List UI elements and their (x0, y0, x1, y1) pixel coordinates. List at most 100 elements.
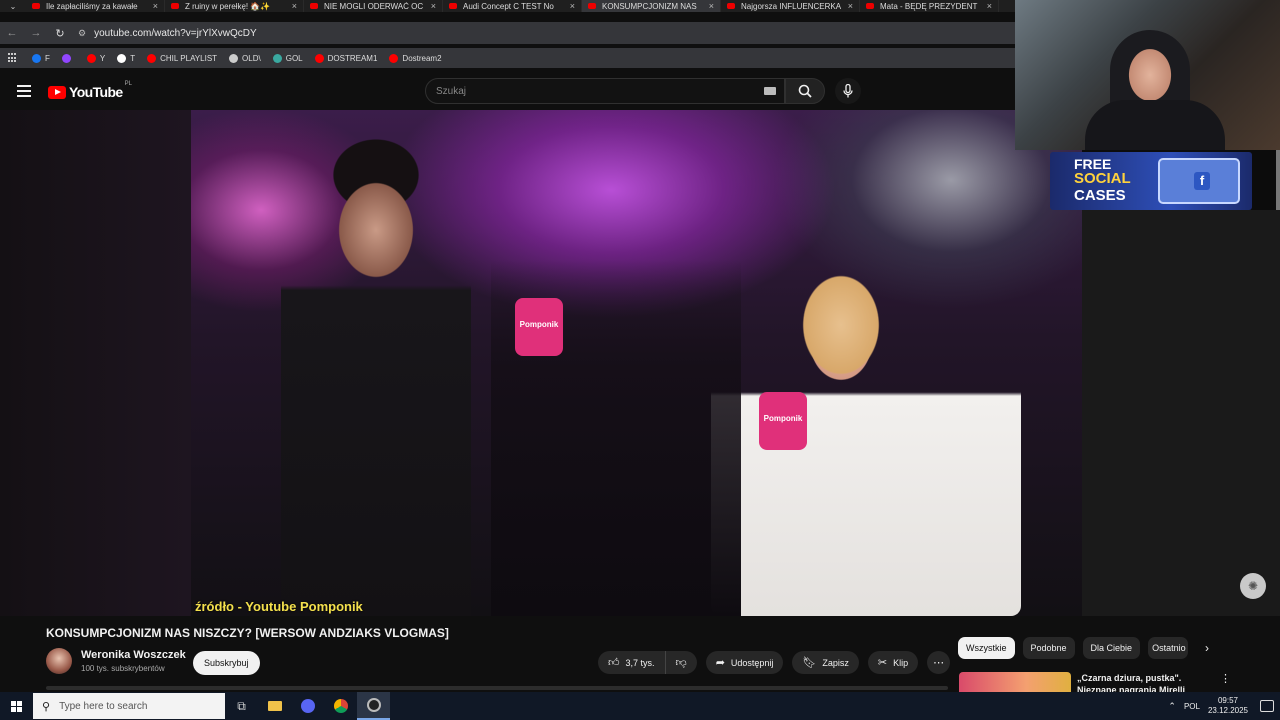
close-tab-icon[interactable]: × (153, 1, 158, 11)
video-title: KONSUMPCJONIZM NAS NISZCZY? [WERSOW ANDZ… (46, 626, 449, 640)
youtube-favicon-icon (588, 3, 596, 9)
browser-tab[interactable]: Najgorsza INFLUENCERKA × (721, 0, 860, 12)
recommended-video[interactable]: „Czarna dziura, pustka". Nieznane nagran… (958, 670, 1268, 692)
bookmark-icon: 🔖︎ (802, 657, 817, 669)
tab-search-icon[interactable]: ⌄ (0, 0, 26, 12)
bookmark-item[interactable]: GOL (272, 53, 303, 63)
banner-line1: FREE (1074, 156, 1112, 172)
save-button[interactable]: 🔖︎ Zapisz (792, 651, 859, 674)
close-tab-icon[interactable]: × (987, 1, 992, 11)
host-figure (711, 230, 1021, 616)
browser-tab[interactable]: KONSUMPCJONIZM NAS × (582, 0, 721, 12)
microphone-icon (843, 84, 853, 98)
subscribe-button[interactable]: Subskrybuj (193, 651, 260, 675)
recommended-menu-icon[interactable]: ⋮ (1220, 672, 1231, 685)
video-player[interactable]: Pomponik Pomponik źródło - Youtube Pompo… (0, 0, 1280, 616)
bookmark-item[interactable]: Dostream2 (389, 53, 442, 63)
banner-line2: SOCIAL (1074, 170, 1131, 187)
bookmark-item[interactable]: DOSTREAM1 (314, 53, 377, 63)
bookmark-item[interactable]: OLD\ (229, 53, 261, 63)
dislike-button[interactable]: 👎︎ (666, 651, 697, 674)
recommended-thumbnail[interactable] (959, 672, 1071, 692)
page-scrollbar[interactable] (1276, 150, 1280, 210)
back-icon[interactable]: ← (0, 27, 24, 39)
obs-icon[interactable] (357, 692, 390, 720)
close-tab-icon[interactable]: × (292, 1, 297, 11)
like-button[interactable]: 👍︎ 3,7 tys. (598, 651, 666, 674)
taskbar-search[interactable]: ⚲ Type here to search (33, 693, 225, 719)
clip-button[interactable]: ✂ Klip (867, 651, 919, 674)
country-code: PL (124, 81, 132, 87)
channel-avatar[interactable] (46, 648, 72, 674)
task-view-icon[interactable]: ⧉ (225, 692, 258, 720)
search-button[interactable] (785, 78, 825, 104)
share-button[interactable]: ➦ Udostępnij (705, 651, 784, 674)
chevron-up-icon[interactable]: ⌃ (1168, 701, 1176, 712)
apps-grid-icon[interactable] (8, 53, 18, 63)
like-dislike-group: 👍︎ 3,7 tys. 👎︎ (598, 651, 697, 674)
free-social-cases-banner[interactable]: FREE SOCIAL CASES (1050, 152, 1252, 210)
share-label: Udostępnij (730, 657, 774, 668)
chrome-icon[interactable] (324, 692, 357, 720)
bookmark-favicon-icon (147, 53, 157, 63)
chip-recent[interactable]: Ostatnio (1148, 637, 1189, 659)
source-caption: źródło - Youtube Pomponik (195, 599, 363, 614)
bookmark-item[interactable]: F (32, 53, 50, 63)
system-tray: ⌃ POL 09:57 23.12.2025 (1168, 692, 1280, 720)
reload-icon[interactable]: ↻ (48, 27, 72, 40)
browser-tab[interactable]: Ile zapłaciliśmy za kawałe × (26, 0, 165, 12)
chip-all[interactable]: Wszystkie (958, 637, 1015, 659)
more-actions-icon[interactable]: ⋯ (927, 651, 951, 674)
clock[interactable]: 09:57 23.12.2025 (1208, 696, 1248, 716)
browser-tab[interactable]: Mata - BĘDĘ PREZYDENT × (860, 0, 999, 12)
recommended-title[interactable]: „Czarna dziura, pustka". Nieznane nagran… (1077, 672, 1197, 692)
bookmark-item[interactable]: CHIL PLAYLIST (147, 53, 217, 63)
tab-title: KONSUMPCJONIZM NAS (602, 1, 697, 11)
bookmark-label: Dostream2 (402, 53, 442, 63)
related-filter-chips: Wszystkie Podobne Dla Ciebie Ostatnio (958, 637, 1196, 659)
language-indicator[interactable]: POL (1184, 702, 1200, 711)
notification-icon[interactable] (1260, 700, 1274, 712)
description-box[interactable] (46, 686, 948, 690)
like-count: 3,7 tys. (625, 657, 655, 668)
mic-brand-label: Pomponik (519, 320, 559, 329)
youtube-favicon-icon (310, 3, 318, 9)
tab-title: Audi Concept C TEST No (463, 1, 554, 11)
browser-tab[interactable]: Z ruiny w perełkę! 🏠✨ × (165, 0, 304, 12)
site-info-icon[interactable]: ⚙ (78, 28, 86, 39)
forward-icon[interactable]: → (24, 27, 48, 39)
close-tab-icon[interactable]: × (848, 1, 853, 11)
voice-search-button[interactable] (835, 78, 861, 104)
bookmark-item[interactable]: Y (86, 53, 105, 63)
bookmark-favicon-icon (117, 53, 127, 63)
chevron-right-icon[interactable]: › (1205, 641, 1209, 655)
bookmark-item[interactable]: T (117, 53, 135, 63)
discord-icon[interactable] (291, 692, 324, 720)
youtube-logo[interactable]: YouTube PL (48, 81, 132, 100)
youtube-header: YouTube PL Szukaj (0, 72, 1015, 110)
streamer-webcam (1015, 0, 1280, 150)
start-button[interactable] (0, 692, 32, 720)
settings-orb-icon[interactable]: ✺ (1240, 573, 1266, 599)
windows-icon (10, 700, 22, 712)
menu-icon[interactable] (17, 85, 31, 97)
browser-tab[interactable]: Audi Concept C TEST No × (443, 0, 582, 12)
share-icon: ➦ (715, 657, 725, 669)
channel-name[interactable]: Weronika Woszczek (81, 649, 186, 661)
chip-for-you[interactable]: Dla Ciebie (1082, 637, 1141, 659)
chip-related[interactable]: Podobne (1022, 637, 1075, 659)
video-frame[interactable]: Pomponik Pomponik źródło - Youtube Pompo… (191, 110, 1082, 616)
search-input[interactable]: Szukaj (425, 78, 785, 104)
search-icon (798, 84, 812, 98)
keyboard-icon[interactable] (764, 87, 776, 95)
url-field[interactable]: ⚙ youtube.com/watch?v=jrYlXvwQcDY (78, 28, 257, 39)
file-explorer-icon[interactable] (258, 692, 291, 720)
close-tab-icon[interactable]: × (570, 1, 575, 11)
thumbs-up-icon: 👍︎ (608, 657, 620, 669)
browser-tab[interactable]: NIE MOGLI ODERWAĆ OC × (304, 0, 443, 12)
close-tab-icon[interactable]: × (709, 1, 714, 11)
bookmark-item[interactable] (61, 53, 75, 63)
taskbar: ⚲ Type here to search ⧉ ⌃ POL 09:57 23.1… (0, 692, 1280, 720)
close-tab-icon[interactable]: × (431, 1, 436, 11)
tab-title: Ile zapłaciliśmy za kawałe (46, 1, 138, 11)
